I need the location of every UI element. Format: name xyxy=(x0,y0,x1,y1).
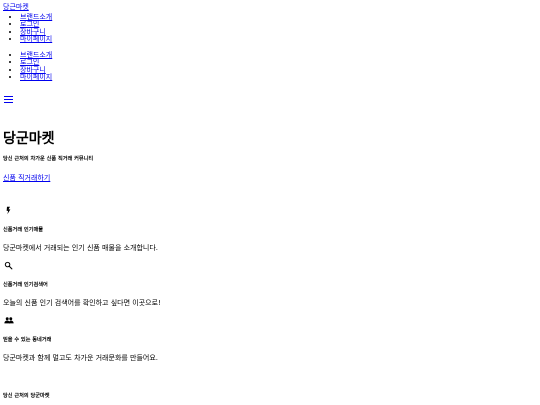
secondary-nav: 브랜드소개 로그인 장바구니 마이페이지 xyxy=(0,51,52,81)
hero-title: 당군마켓 xyxy=(3,131,55,147)
hamburger-menu-icon[interactable] xyxy=(4,96,13,104)
lightning-icon xyxy=(6,206,11,215)
primary-nav: 브랜드소개 로그인 장바구니 마이페이지 xyxy=(0,13,52,43)
feature-title: 신품거래 인기매물 xyxy=(3,227,43,233)
nav-link-mypage[interactable]: 마이페이지 xyxy=(20,73,52,81)
feature-desc: 당군마켓과 함께 멀고도 차가운 거래문화를 만들어요. xyxy=(3,354,159,362)
section-title: 당신 근처의 당군마켓 xyxy=(3,393,50,399)
nav-item-mypage: 마이페이지 xyxy=(20,73,52,81)
nav-link-mypage[interactable]: 마이페이지 xyxy=(20,35,52,43)
search-icon xyxy=(4,261,13,270)
nav-item-mypage: 마이페이지 xyxy=(20,35,52,43)
feature-title: 신품거래 인기검색어 xyxy=(3,282,48,288)
feature-title: 믿을 수 있는 동네거래 xyxy=(3,337,52,343)
feature-desc: 오늘의 신품 인기 검색어를 확인하고 싶다면 이곳으로! xyxy=(3,299,161,307)
hero-subtitle: 당신 근처의 차가운 신품 직거래 커뮤니티 xyxy=(3,156,94,162)
brand-link[interactable]: 당근마켓 xyxy=(3,3,29,11)
feature-desc: 당군마켓에서 거래되는 인기 신품 매물을 소개합니다. xyxy=(3,244,159,252)
people-icon xyxy=(4,317,14,324)
hero-cta-link[interactable]: 신품 직거래하기 xyxy=(3,174,50,182)
